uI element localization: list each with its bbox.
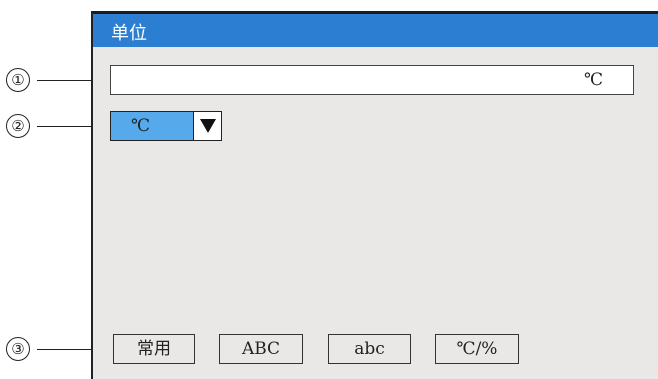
callout-leader-line (37, 349, 97, 350)
callout-number: ② (6, 114, 30, 138)
lowercase-button[interactable]: abc (328, 334, 411, 364)
callout-leader-line (37, 126, 97, 127)
title-bar: 单位 (93, 11, 658, 47)
unit-symbols-button[interactable]: ℃/% (435, 334, 519, 364)
dropdown-toggle[interactable] (193, 112, 221, 140)
callout-number: ① (6, 68, 30, 92)
callout-3: ③ (0, 337, 100, 361)
triangle-down-icon (200, 119, 216, 133)
callout-1: ① (0, 68, 100, 92)
common-chars-button[interactable]: 常用 (113, 334, 195, 364)
unit-dropdown-selected: ℃ (111, 112, 195, 140)
uppercase-button[interactable]: ABC (219, 334, 303, 364)
unit-input-value: ℃ (583, 70, 603, 90)
callout-number: ③ (6, 337, 30, 361)
unit-input-field[interactable]: ℃ (110, 65, 634, 95)
callout-leader-line (37, 80, 97, 81)
callout-2: ② (0, 114, 100, 138)
unit-dropdown[interactable]: ℃ (110, 111, 222, 141)
dialog-title: 单位 (111, 23, 147, 44)
unit-dialog: 单位 ℃ ℃ 常用 ABC abc ℃/% (91, 11, 658, 379)
